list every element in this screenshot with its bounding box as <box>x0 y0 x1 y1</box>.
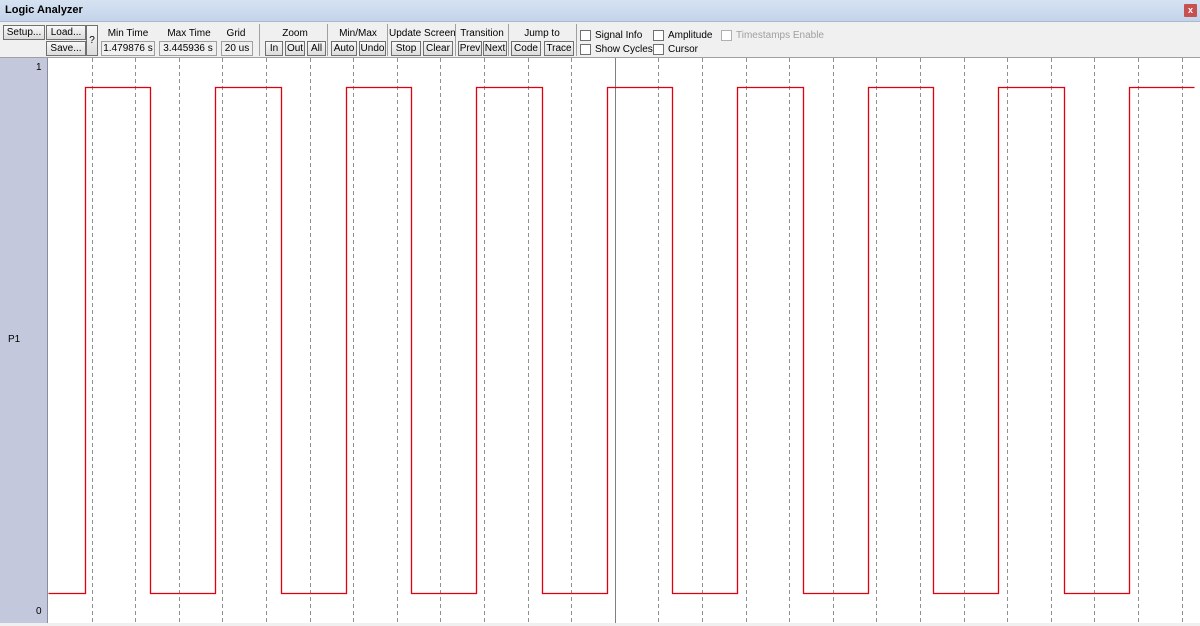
signal-sidebar: 1 P1 0 <box>0 58 48 623</box>
load-button[interactable]: Load... <box>46 25 86 40</box>
waveform-plot[interactable] <box>48 58 1200 623</box>
minmax-label: Min/Max <box>339 28 377 39</box>
close-button[interactable]: x <box>1184 4 1197 17</box>
grid-lines <box>92 58 1183 623</box>
minmax-undo-button[interactable]: Undo <box>359 41 386 56</box>
min-time-value: 1.479876 s <box>101 41 155 56</box>
zoom-in-button[interactable]: In <box>265 41 283 56</box>
window-title: Logic Analyzer <box>5 4 83 16</box>
waveform-svg <box>48 58 1195 623</box>
cursor-label: Cursor <box>668 44 699 55</box>
zoom-all-button[interactable]: All <box>307 41 326 56</box>
separator <box>508 24 509 56</box>
amplitude-checkbox[interactable] <box>653 30 664 41</box>
waveform-trace <box>48 86 1195 595</box>
window-titlebar: Logic Analyzer x <box>0 0 1200 22</box>
save-button[interactable]: Save... <box>46 41 86 56</box>
separator <box>576 24 577 56</box>
show-cycles-label: Show Cycles <box>595 44 653 55</box>
transition-label: Transition <box>460 28 504 39</box>
y-tick-low: 0 <box>36 606 42 617</box>
max-time-value: 3.445936 s <box>159 41 217 56</box>
update-stop-button[interactable]: Stop <box>391 41 421 56</box>
separator <box>455 24 456 56</box>
y-tick-high: 1 <box>36 62 42 73</box>
minmax-auto-button[interactable]: Auto <box>331 41 357 56</box>
toolbar: Setup... Load... Save... ? Min Time 1.47… <box>0 22 1200 58</box>
setup-button[interactable]: Setup... <box>3 25 45 40</box>
min-time-label: Min Time <box>107 28 149 39</box>
signal-p1-line <box>48 86 1195 595</box>
show-cycles-checkbox[interactable] <box>580 44 591 55</box>
separator <box>259 24 260 56</box>
transition-prev-button[interactable]: Prev <box>458 41 482 56</box>
signal-name[interactable]: P1 <box>8 334 20 345</box>
grid-value: 20 us <box>221 41 253 56</box>
update-clear-button[interactable]: Clear <box>423 41 453 56</box>
signal-info-label: Signal Info <box>595 30 643 41</box>
zoom-out-button[interactable]: Out <box>285 41 305 56</box>
transition-next-button[interactable]: Next <box>483 41 507 56</box>
jump-to-label: Jump to <box>524 28 560 39</box>
help-button[interactable]: ? <box>86 25 98 56</box>
separator <box>327 24 328 56</box>
signal-info-checkbox[interactable] <box>580 30 591 41</box>
timestamps-enable-label: Timestamps Enable <box>736 30 824 41</box>
cursor-checkbox[interactable] <box>653 44 664 55</box>
separator <box>387 24 388 56</box>
max-time-label: Max Time <box>167 28 211 39</box>
jump-trace-button[interactable]: Trace <box>544 41 574 56</box>
grid-label: Grid <box>226 28 246 39</box>
update-screen-label: Update Screen <box>389 28 456 39</box>
jump-code-button[interactable]: Code <box>511 41 541 56</box>
zoom-label: Zoom <box>282 28 308 39</box>
amplitude-label: Amplitude <box>668 30 713 41</box>
timestamps-enable-checkbox[interactable] <box>721 30 732 41</box>
